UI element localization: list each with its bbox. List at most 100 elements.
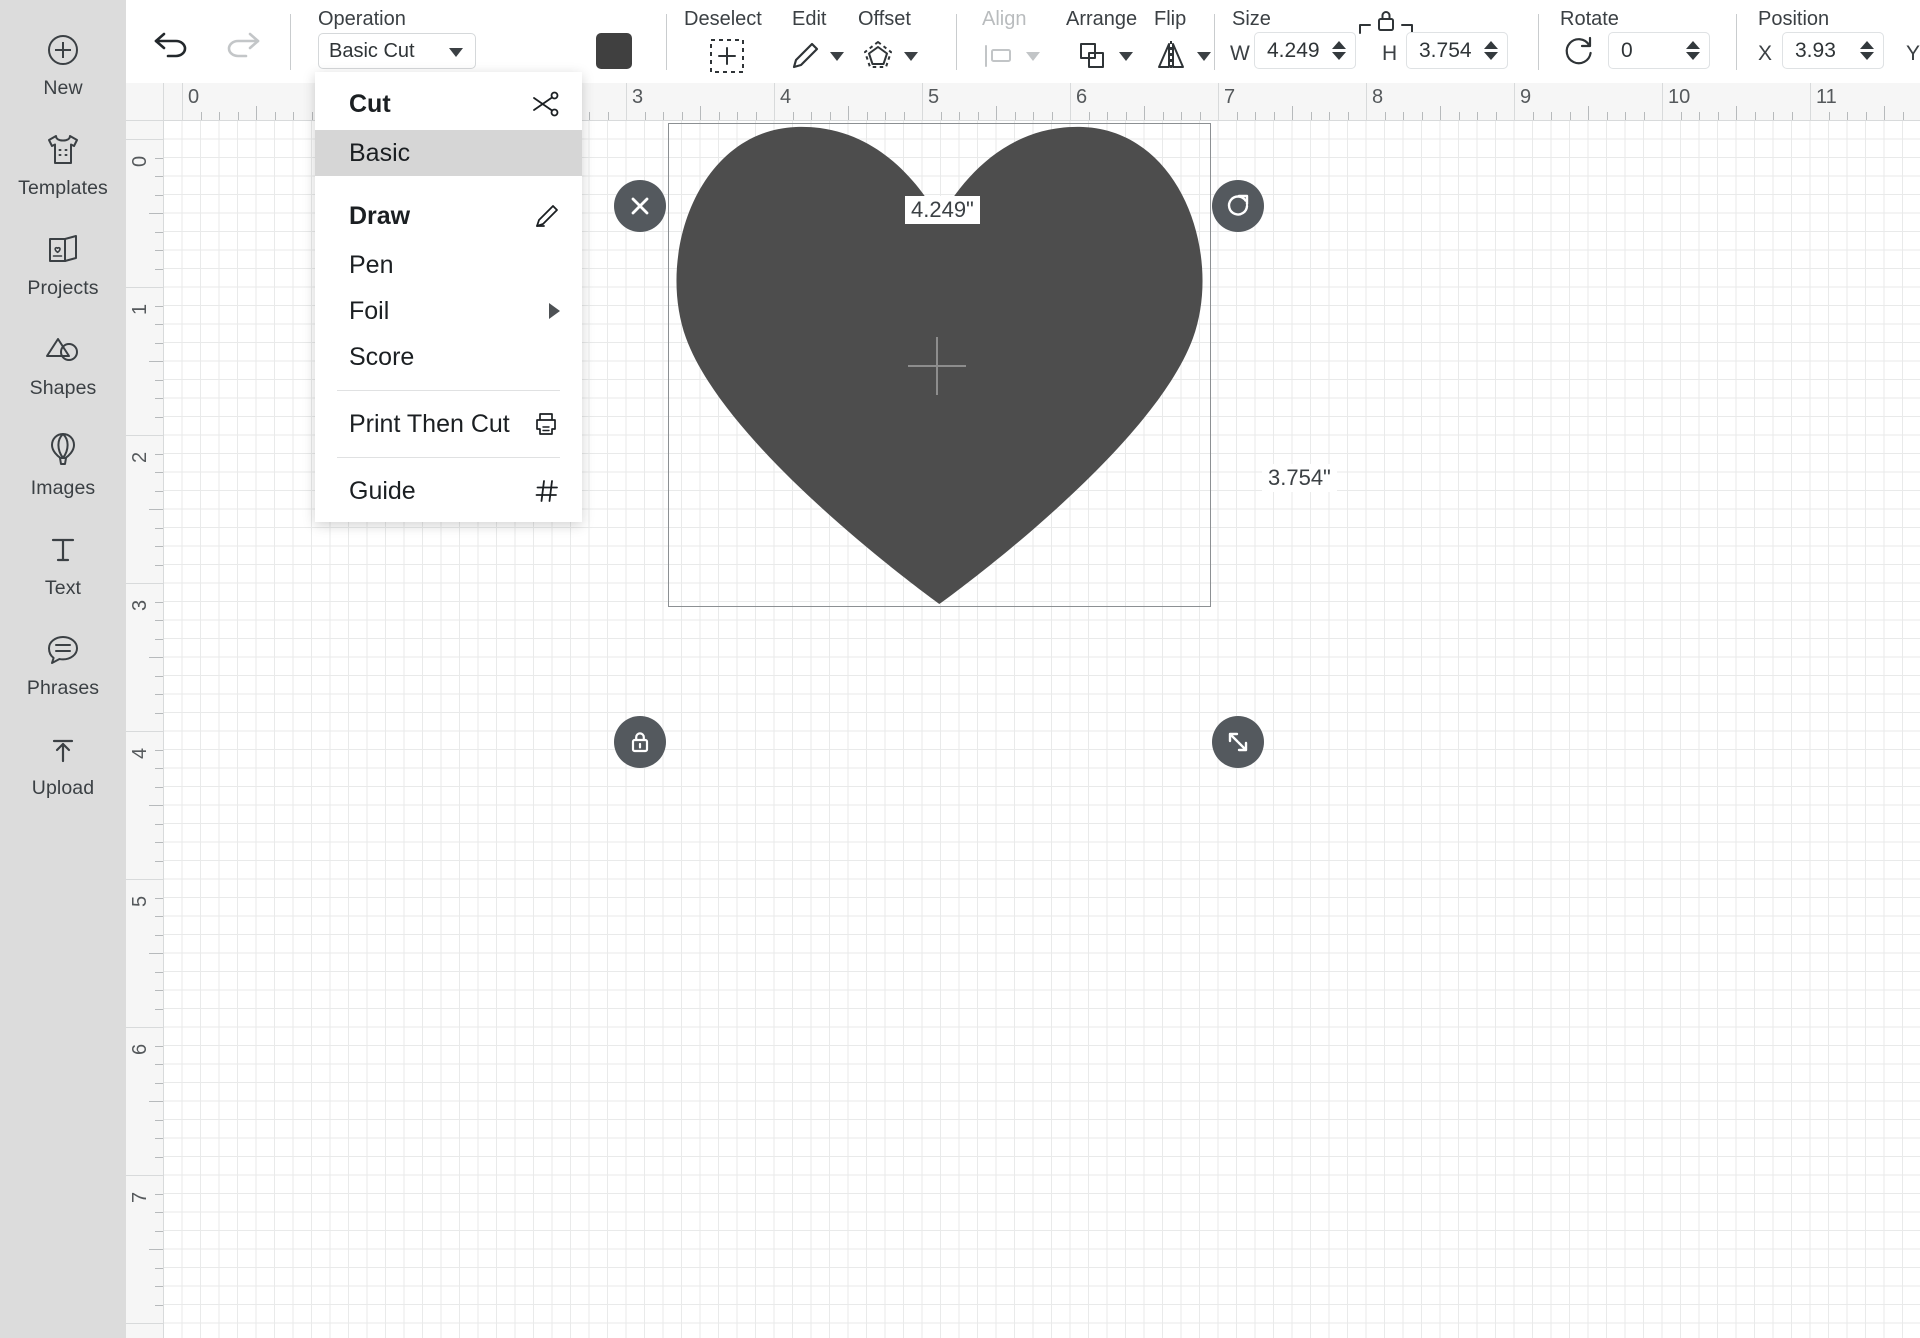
ruler-tick-label: 3 (632, 86, 644, 108)
vertical-ruler[interactable]: 0123456789 (126, 121, 164, 1338)
ruler-minor-tick (1162, 112, 1164, 120)
ruler-minor-tick (149, 805, 163, 806)
menu-divider-2 (337, 457, 560, 458)
top-toolbar: Operation Basic Cut Deselect Edit Offset (126, 0, 1920, 83)
ruler-minor-tick (1754, 112, 1756, 120)
operation-select-value: Basic Cut (329, 39, 415, 62)
resize-handle[interactable] (1212, 716, 1264, 768)
ruler-tick-label: 4 (129, 747, 151, 759)
ruler-minor-tick (1125, 112, 1127, 120)
position-label: Position (1758, 8, 1830, 30)
ruler-minor-tick (1236, 112, 1238, 120)
ruler-minor-tick (149, 1249, 163, 1250)
redo-button[interactable] (216, 22, 268, 66)
operation-select[interactable]: Basic Cut (318, 33, 476, 69)
ruler-minor-tick (155, 768, 163, 769)
ruler-corner (126, 83, 164, 121)
sidebar-label-new: New (43, 77, 83, 99)
ruler-minor-tick (155, 546, 163, 547)
offset-button[interactable] (848, 36, 928, 76)
sidebar-label-phrases: Phrases (26, 677, 100, 699)
sidebar-label-text: Text (44, 577, 82, 599)
ruler-minor-tick (1791, 112, 1793, 120)
sidebar-item-new[interactable]: New (0, 14, 126, 114)
ruler-major-line (626, 83, 627, 120)
menu-item-print-then-cut[interactable]: Print Then Cut (315, 401, 582, 447)
x-icon (627, 193, 653, 219)
menu-item-pen[interactable]: Pen (315, 242, 582, 288)
width-stepper[interactable] (1322, 32, 1356, 69)
align-button[interactable] (970, 36, 1050, 76)
ruler-tick-label: 1 (129, 303, 151, 315)
ruler-tick-label: 0 (129, 155, 151, 167)
sidebar-item-phrases[interactable]: Phrases (0, 614, 126, 714)
arrange-button[interactable] (1058, 36, 1148, 76)
ruler-minor-tick (1532, 112, 1534, 120)
ruler-tick-label: 8 (1372, 86, 1384, 108)
ruler-minor-tick (1680, 112, 1682, 120)
rotate-handle[interactable] (1212, 180, 1264, 232)
sidebar-item-upload[interactable]: Upload (0, 714, 126, 814)
sidebar-item-images[interactable]: Images (0, 414, 126, 514)
ruler-minor-tick (155, 1064, 163, 1065)
sidebar-label-projects: Projects (27, 277, 99, 299)
menu-item-score[interactable]: Score (315, 334, 582, 380)
ruler-minor-tick (155, 1119, 163, 1121)
toolbar-divider-5 (1538, 14, 1539, 70)
rotate-stepper[interactable] (1676, 32, 1710, 69)
edit-button[interactable] (778, 36, 852, 76)
ruler-minor-tick (589, 112, 590, 120)
ruler-minor-tick (274, 112, 276, 120)
ruler-minor-tick (1884, 106, 1885, 120)
ruler-minor-tick (959, 112, 960, 120)
ruler-major-line (126, 879, 163, 880)
ruler-minor-tick (885, 112, 886, 120)
ruler-minor-tick (149, 213, 163, 214)
hash-grid-icon (534, 478, 560, 504)
ruler-minor-tick (1902, 112, 1904, 120)
ruler-tick-label: 5 (928, 86, 940, 108)
lock-handle[interactable] (614, 716, 666, 768)
ruler-major-line (1218, 83, 1219, 120)
spin-up-icon (1483, 41, 1498, 49)
operation-color-swatch[interactable] (596, 33, 632, 69)
ruler-major-line (126, 1027, 163, 1028)
sidebar-item-shapes[interactable]: Shapes (0, 314, 126, 414)
x-stepper[interactable] (1850, 32, 1884, 69)
sidebar-item-templates[interactable]: Templates (0, 114, 126, 214)
undo-button[interactable] (146, 22, 198, 66)
ruler-minor-tick (155, 176, 163, 177)
ruler-minor-tick (311, 112, 313, 120)
resize-arrows-icon (1225, 729, 1251, 755)
ruler-tick-label: 6 (129, 1043, 151, 1055)
ruler-minor-tick (811, 112, 812, 120)
ruler-minor-tick (155, 990, 163, 991)
ruler-minor-tick (155, 620, 163, 621)
ruler-minor-tick (155, 379, 163, 381)
ruler-major-line (1070, 83, 1071, 120)
menu-item-basic[interactable]: Basic (315, 130, 582, 176)
menu-label-pen: Pen (349, 250, 394, 279)
deselect-button[interactable] (704, 36, 750, 76)
ruler-minor-tick (1477, 112, 1478, 120)
ruler-minor-tick (219, 112, 220, 120)
ruler-tick-label: 0 (188, 86, 200, 108)
rotate-icon[interactable] (1556, 32, 1600, 70)
sidebar-item-projects[interactable]: Projects (0, 214, 126, 314)
ruler-major-line (126, 287, 163, 288)
delete-handle[interactable] (614, 180, 666, 232)
ruler-minor-tick (149, 361, 163, 362)
x-letter: X (1758, 42, 1773, 65)
sidebar-item-text[interactable]: Text (0, 514, 126, 614)
height-stepper[interactable] (1474, 32, 1508, 69)
ruler-minor-tick (155, 897, 163, 899)
operation-dropdown-menu[interactable]: Cut Basic Draw Pen Foil Score Print Then… (315, 72, 582, 522)
ruler-minor-tick (155, 564, 163, 566)
flip-button[interactable] (1138, 36, 1224, 76)
ruler-minor-tick (149, 1101, 163, 1102)
ruler-minor-tick (155, 231, 163, 233)
width-dimension-label: 4.249" (905, 196, 980, 224)
menu-item-guide[interactable]: Guide (315, 468, 582, 514)
menu-item-foil[interactable]: Foil (315, 288, 582, 334)
ruler-tick-label: 3 (129, 599, 151, 611)
